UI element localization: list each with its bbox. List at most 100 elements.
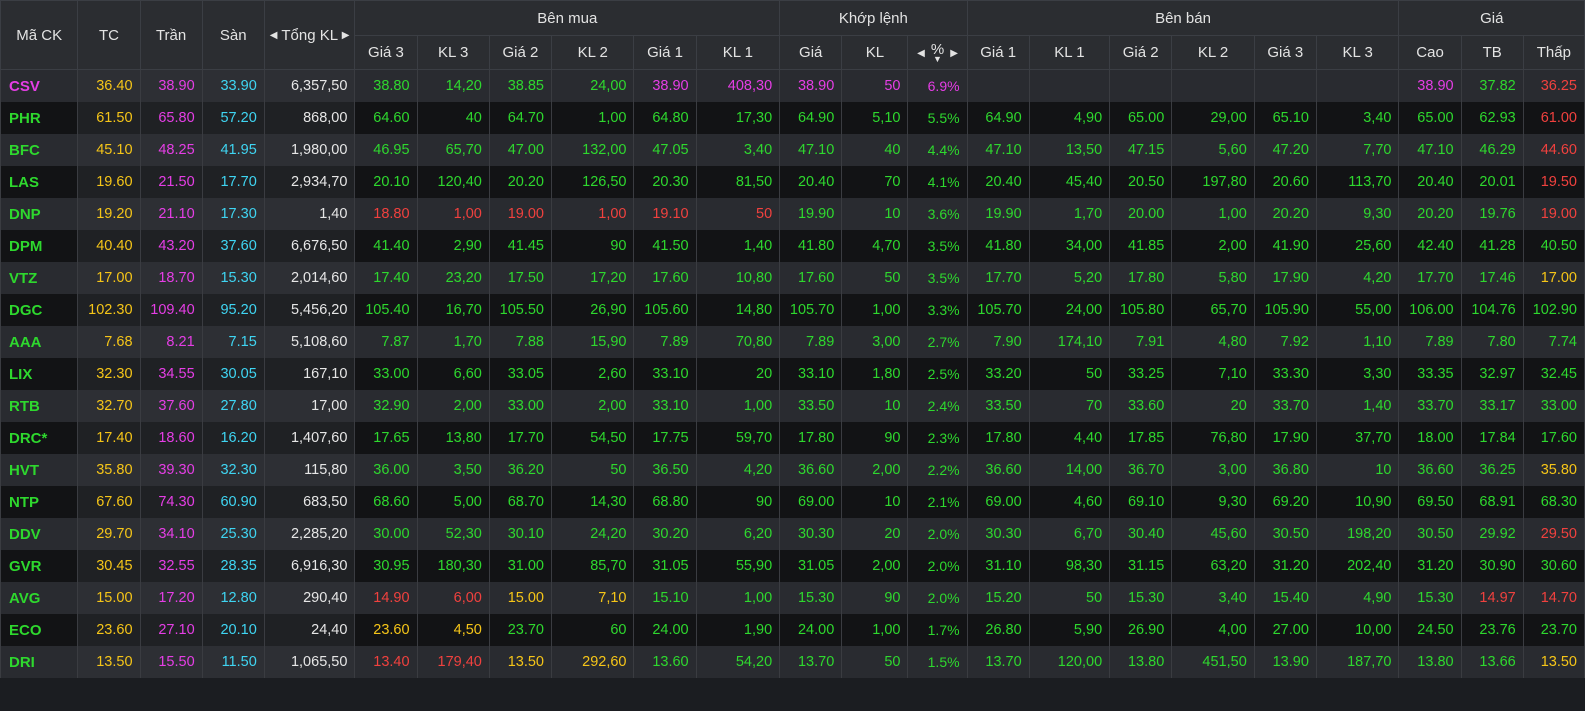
col-header-buy-price2[interactable]: Giá 2 <box>488 35 552 70</box>
col-header-avg[interactable]: TB <box>1460 35 1524 70</box>
table-row[interactable]: DRC* 17.40 18.60 16.20 1,407,60 17.65 13,80 17.… <box>0 422 1585 454</box>
table-row[interactable]: LIX 32.30 34.55 30.05 167,10 33.00 6,60 33.05 2,… <box>0 358 1585 390</box>
buy-price1-cell: 7.89 <box>633 326 697 358</box>
col-header-symbol[interactable]: Mã CK <box>0 0 79 70</box>
col-header-sell-price1[interactable]: Giá 1 <box>966 35 1030 70</box>
col-header-sell-vol1[interactable]: KL 1 <box>1028 35 1111 70</box>
col-header-sell-price3[interactable]: Giá 3 <box>1253 35 1317 70</box>
symbol-cell[interactable]: GVR <box>0 550 79 582</box>
table-row[interactable]: RTB 32.70 37.60 27.80 17,00 32.90 2,00 33.00 2,0… <box>0 390 1585 422</box>
sell-vol2-cell: 63,20 <box>1171 550 1255 582</box>
floor-price-cell: 16.20 <box>201 422 265 454</box>
sell-price1-cell: 13.70 <box>966 646 1030 678</box>
buy-vol1-cell: 14,80 <box>695 294 781 326</box>
sell-price3-cell: 65.10 <box>1253 102 1317 134</box>
caret-left-icon[interactable]: ◀ <box>917 48 925 59</box>
symbol-cell[interactable]: VTZ <box>0 262 79 294</box>
symbol-cell[interactable]: CSV <box>0 69 79 102</box>
sell-vol1-cell: 4,90 <box>1028 102 1111 134</box>
symbol-cell[interactable]: DGC <box>0 294 79 326</box>
buy-price3-cell: 33.00 <box>354 358 418 390</box>
ceil-price-cell: 18.60 <box>139 422 203 454</box>
sell-vol1-cell: 174,10 <box>1028 326 1111 358</box>
avg-price-cell: 62.93 <box>1460 102 1524 134</box>
col-header-total-vol[interactable]: ◀ Tổng KL ▶ <box>263 0 356 70</box>
col-header-high[interactable]: Cao <box>1398 35 1462 70</box>
symbol-cell[interactable]: NTP <box>0 486 79 518</box>
total-vol-cell: 5,108,60 <box>263 326 356 358</box>
buy-price2-cell: 33.05 <box>488 358 552 390</box>
col-header-sell-price2[interactable]: Giá 2 <box>1109 35 1173 70</box>
col-header-ceil[interactable]: Trần <box>139 0 203 70</box>
symbol-cell[interactable]: DPM <box>0 230 79 262</box>
table-row[interactable]: PHR 61.50 65.80 57.20 868,00 64.60 40 64.70 1,00… <box>0 102 1585 134</box>
low-price-cell: 7.74 <box>1522 326 1585 358</box>
ceil-price-cell: 109.40 <box>139 294 203 326</box>
sell-price1-cell: 20.40 <box>966 166 1030 198</box>
avg-price-cell: 37.82 <box>1460 69 1524 102</box>
symbol-cell[interactable]: DRC* <box>0 422 79 454</box>
col-header-sell-vol3[interactable]: KL 3 <box>1315 35 1400 70</box>
match-pct-cell: 2.1% <box>907 486 968 518</box>
col-header-buy-price3[interactable]: Giá 3 <box>354 35 418 70</box>
total-vol-cell: 6,676,50 <box>263 230 356 262</box>
table-row[interactable]: NTP 67.60 74.30 60.90 683,50 68.60 5,00 68.70 14… <box>0 486 1585 518</box>
table-row[interactable]: LAS 19.60 21.50 17.70 2,934,70 20.10 120,40 20.… <box>0 166 1585 198</box>
col-header-buy-vol2[interactable]: KL 2 <box>550 35 635 70</box>
buy-vol3-cell: 6,60 <box>416 358 490 390</box>
table-row[interactable]: AVG 15.00 17.20 12.80 290,40 14.90 6,00 15.00 7,… <box>0 582 1585 614</box>
col-header-buy-vol1[interactable]: KL 1 <box>695 35 781 70</box>
symbol-cell[interactable]: PHR <box>0 102 79 134</box>
match-pct-cell: 1.5% <box>907 646 968 678</box>
col-header-match-pct[interactable]: ◀ % ▼ ▶ <box>907 35 968 70</box>
symbol-cell[interactable]: AAA <box>0 326 79 358</box>
symbol-cell[interactable]: DRI <box>0 646 79 678</box>
total-vol-cell: 1,40 <box>263 198 356 230</box>
table-row[interactable]: ECO 23.60 27.10 20.10 24,40 23.60 4,50 23.70 60 2… <box>0 614 1585 646</box>
col-header-low[interactable]: Thấp <box>1522 35 1585 70</box>
symbol-cell[interactable]: BFC <box>0 134 79 166</box>
total-vol-cell: 2,285,20 <box>263 518 356 550</box>
table-row[interactable]: DGC 102.30 109.40 95.20 5,456,20 105.40 16,70 1… <box>0 294 1585 326</box>
sell-price1-cell: 64.90 <box>966 102 1030 134</box>
symbol-cell[interactable]: DNP <box>0 198 79 230</box>
table-row[interactable]: DDV 29.70 34.10 25.30 2,285,20 30.00 52,30 30.1… <box>0 518 1585 550</box>
ceil-price-cell: 74.30 <box>139 486 203 518</box>
table-row[interactable]: VTZ 17.00 18.70 15.30 2,014,60 17.40 23,20 17.5… <box>0 262 1585 294</box>
col-header-buy-vol3[interactable]: KL 3 <box>416 35 490 70</box>
sell-vol1-cell: 45,40 <box>1028 166 1111 198</box>
col-header-floor[interactable]: Sàn <box>201 0 265 70</box>
table-row[interactable]: CSV 36.40 38.90 33.90 6,357,50 38.80 14,20 38.8… <box>0 69 1585 102</box>
col-header-sell-vol2[interactable]: KL 2 <box>1171 35 1255 70</box>
table-row[interactable]: HVT 35.80 39.30 32.30 115,80 36.00 3,50 36.20 50… <box>0 454 1585 486</box>
table-row[interactable]: AAA 7.68 8.21 7.15 5,108,60 7.87 1,70 7.88 15,90… <box>0 326 1585 358</box>
col-header-match-price[interactable]: Giá <box>779 35 843 70</box>
table-row[interactable]: DPM 40.40 43.20 37.60 6,676,50 41.40 2,90 41.45… <box>0 230 1585 262</box>
sell-vol1-cell <box>1028 69 1111 102</box>
table-row[interactable]: GVR 30.45 32.55 28.35 6,916,30 30.95 180,30 31.… <box>0 550 1585 582</box>
avg-price-cell: 29.92 <box>1460 518 1524 550</box>
col-header-buy-price1[interactable]: Giá 1 <box>633 35 697 70</box>
table-row[interactable]: DNP 19.20 21.10 17.30 1,40 18.80 1,00 19.00 1,00… <box>0 198 1585 230</box>
caret-left-icon[interactable]: ◀ <box>270 30 278 41</box>
symbol-cell[interactable]: AVG <box>0 582 79 614</box>
col-header-ref[interactable]: TC <box>77 0 141 70</box>
sell-vol2-cell: 2,00 <box>1171 230 1255 262</box>
table-row[interactable]: BFC 45.10 48.25 41.95 1,980,00 46.95 65,70 47.0… <box>0 134 1585 166</box>
buy-vol2-cell: 1,00 <box>550 198 635 230</box>
ref-price-cell: 29.70 <box>77 518 141 550</box>
sell-price3-cell: 30.50 <box>1253 518 1317 550</box>
ceil-price-cell: 34.10 <box>139 518 203 550</box>
symbol-cell[interactable]: LAS <box>0 166 79 198</box>
col-header-match-vol[interactable]: KL <box>841 35 909 70</box>
symbol-cell[interactable]: HVT <box>0 454 79 486</box>
symbol-cell[interactable]: LIX <box>0 358 79 390</box>
symbol-cell[interactable]: RTB <box>0 390 79 422</box>
match-price-cell: 33.50 <box>779 390 843 422</box>
symbol-cell[interactable]: DDV <box>0 518 79 550</box>
ceil-price-cell: 17.20 <box>139 582 203 614</box>
table-row[interactable]: DRI 13.50 15.50 11.50 1,065,50 13.40 179,40 13.… <box>0 646 1585 678</box>
caret-right-icon[interactable]: ▶ <box>950 48 958 59</box>
caret-right-icon[interactable]: ▶ <box>342 30 350 41</box>
symbol-cell[interactable]: ECO <box>0 614 79 646</box>
